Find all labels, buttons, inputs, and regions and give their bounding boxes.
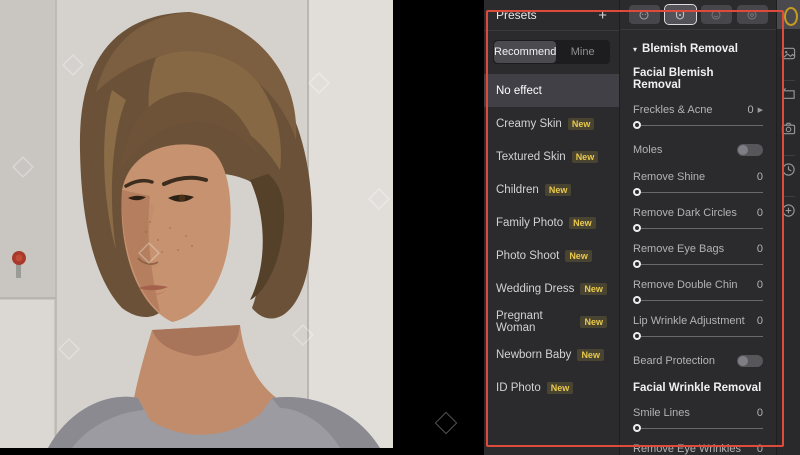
slider-knob[interactable]	[633, 332, 641, 340]
preset-item-family-photo[interactable]: Family Photo New	[484, 206, 619, 239]
preset-item-no-effect[interactable]: No effect	[484, 74, 619, 107]
photo-editor-app: Presets + Recommend Mine No effect Cream…	[0, 0, 800, 455]
face-icon	[639, 9, 649, 20]
presets-panel: Presets + Recommend Mine No effect Cream…	[484, 0, 620, 455]
history-tool-button[interactable]	[781, 162, 796, 182]
slider-track[interactable]	[633, 296, 763, 305]
tool-tab-face-1[interactable]	[628, 5, 660, 24]
tab-mine[interactable]: Mine	[556, 41, 609, 63]
history-clock-icon	[782, 163, 795, 176]
slider-remove-eye-wrinkles: Remove Eye Wrinkles 0	[633, 443, 763, 455]
new-badge: New	[580, 315, 607, 328]
add-plus-icon	[782, 204, 795, 217]
slider-freckles-acne: Freckles & Acne 0 ▶	[633, 103, 763, 130]
camera-icon	[781, 122, 796, 135]
group-title-wrinkle: Facial Wrinkle Removal	[633, 382, 762, 394]
preset-item-wedding-dress[interactable]: Wedding Dress New	[484, 272, 619, 305]
new-badge: New	[569, 216, 596, 229]
slider-track[interactable]	[633, 121, 763, 130]
presets-tabs: Recommend Mine	[493, 40, 610, 64]
face-contour-icon	[675, 10, 685, 20]
group-title-blemish: Facial Blemish Removal	[633, 67, 714, 91]
slider-remove-dark-circles: Remove Dark Circles 0	[633, 206, 763, 233]
adjustments-panel: ▾ Blemish Removal Facial Blemish Removal…	[620, 0, 777, 455]
face-icon	[711, 9, 721, 20]
image-icon	[781, 47, 796, 60]
preset-item-creamy-skin[interactable]: Creamy Skin New	[484, 107, 619, 140]
tool-tabs	[620, 0, 776, 30]
add-tool-button[interactable]	[781, 203, 796, 223]
adjustments-content: ▾ Blemish Removal Facial Blemish Removal…	[620, 43, 776, 455]
slider-smile-lines: Smile Lines 0	[633, 406, 763, 433]
beard-protection-toggle[interactable]	[737, 355, 763, 367]
slider-knob[interactable]	[633, 296, 641, 304]
preset-item-id-photo[interactable]: ID Photo New	[484, 371, 619, 404]
slider-lip-wrinkle-adjustment: Lip Wrinkle Adjustment 0	[633, 314, 763, 341]
tool-tab-face-4[interactable]	[736, 5, 768, 24]
new-badge: New	[571, 150, 599, 163]
new-badge: New	[577, 348, 604, 361]
camera-tool-button[interactable]	[781, 121, 796, 141]
moles-toggle[interactable]	[737, 144, 763, 156]
slider-remove-eye-bags: Remove Eye Bags 0	[633, 242, 763, 269]
image-tool-button[interactable]	[781, 46, 796, 66]
slider-track[interactable]	[633, 188, 763, 197]
preset-item-newborn-baby[interactable]: Newborn Baby New	[484, 338, 619, 371]
slider-remove-double-chin: Remove Double Chin 0	[633, 278, 763, 305]
canvas	[0, 0, 484, 455]
active-tool-button[interactable]	[777, 0, 800, 29]
slider-track[interactable]	[633, 260, 763, 269]
new-badge: New	[567, 117, 595, 130]
preset-item-children[interactable]: Children New	[484, 173, 619, 206]
add-preset-button[interactable]: +	[598, 8, 607, 23]
slider-knob[interactable]	[633, 188, 641, 196]
toggle-beard-protection: Beard Protection	[633, 350, 763, 372]
new-badge: New	[544, 183, 572, 196]
slider-track[interactable]	[633, 424, 763, 433]
tool-tab-face-3[interactable]	[700, 5, 732, 24]
new-badge: New	[580, 282, 607, 295]
toolbar-divider	[782, 196, 795, 197]
expand-arrow-icon[interactable]: ▶	[758, 106, 763, 114]
tool-tab-face-2[interactable]	[663, 4, 697, 25]
presets-header: Presets +	[484, 0, 619, 31]
slider-track[interactable]	[633, 332, 763, 341]
toolbar-divider	[782, 155, 795, 156]
toggle-moles: Moles	[633, 139, 763, 161]
collapse-caret-icon: ▾	[633, 44, 638, 54]
photo-preview	[0, 0, 393, 448]
preset-item-photo-shoot[interactable]: Photo Shoot New	[484, 239, 619, 272]
right-toolbar	[777, 0, 800, 455]
face-icon	[747, 9, 757, 20]
watermark-diamond	[434, 411, 458, 435]
toolbar-divider	[782, 80, 795, 81]
portrait-image	[0, 0, 393, 448]
frame-icon	[782, 87, 795, 99]
preset-item-pregnant-woman[interactable]: Pregnant Woman New	[484, 305, 619, 338]
new-badge: New	[565, 249, 592, 262]
new-badge: New	[546, 381, 574, 394]
tab-recommend[interactable]: Recommend	[494, 41, 557, 63]
slider-track[interactable]	[633, 224, 763, 233]
slider-knob[interactable]	[633, 424, 641, 432]
slider-knob[interactable]	[633, 260, 641, 268]
slider-knob[interactable]	[633, 224, 641, 232]
presets-list: No effect Creamy Skin New Textured Skin …	[484, 74, 619, 404]
slider-remove-shine: Remove Shine 0	[633, 170, 763, 197]
frame-tool-button[interactable]	[781, 87, 796, 107]
slider-knob[interactable]	[633, 121, 641, 129]
preset-item-textured-skin[interactable]: Textured Skin New	[484, 140, 619, 173]
section-header[interactable]: ▾ Blemish Removal	[633, 43, 763, 55]
presets-title: Presets	[496, 8, 537, 22]
section-title: Blemish Removal	[642, 43, 738, 55]
